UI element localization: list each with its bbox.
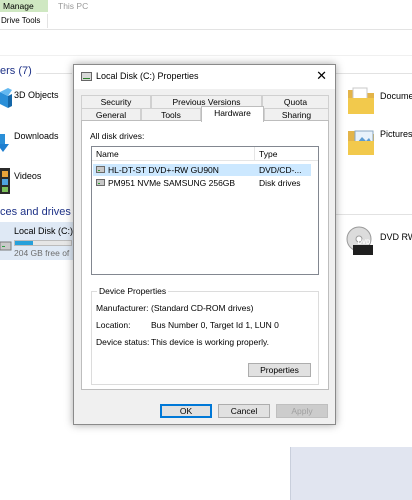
- details-pane: [290, 447, 412, 500]
- local-disk-free-space: 204 GB free of 2: [14, 248, 72, 258]
- device-properties-title: Device Properties: [97, 286, 169, 296]
- local-disk-usage-bar: [14, 240, 72, 246]
- drive-tools-tab[interactable]: Drive Tools: [0, 14, 48, 28]
- this-pc-tab[interactable]: This PC: [58, 0, 88, 12]
- folder-label: Downloads: [14, 131, 59, 141]
- device-status-label: Device status:: [96, 337, 150, 347]
- dialog-title: Local Disk (C:) Properties: [96, 71, 199, 81]
- list-item[interactable]: PM951 NVMe SAMSUNG 256GB Disk drives: [93, 177, 311, 189]
- explorer-ribbon: Manage This PC Drive Tools: [0, 0, 412, 30]
- explorer-toolbar-area: [0, 30, 412, 56]
- properties-dialog: Local Disk (C:) Properties ✕ Security Pr…: [73, 64, 336, 425]
- folder-label: 3D Objects: [14, 90, 59, 100]
- dvd-drive-icon: [96, 166, 105, 173]
- manufacturer-value: (Standard CD-ROM drives): [151, 303, 254, 313]
- tab-quota[interactable]: Quota: [262, 95, 329, 108]
- list-header: Name Type: [92, 147, 318, 161]
- folders-group-header[interactable]: ers (7): [0, 65, 32, 77]
- list-item[interactable]: HL-DT-ST DVD+-RW GU90N DVD/CD-...: [93, 164, 311, 176]
- device-properties-group: Device Properties Manufacturer: (Standar…: [91, 286, 319, 385]
- folder-label: Docume: [380, 91, 412, 101]
- documents-folder-icon: [348, 87, 374, 114]
- downloads-icon: [0, 134, 9, 152]
- devices-group-header[interactable]: ces and drives (: [0, 206, 78, 218]
- disk-drives-list[interactable]: Name Type HL-DT-ST DVD+-RW GU90N DVD/CD-…: [91, 146, 319, 275]
- location-label: Location:: [96, 320, 131, 330]
- column-header-name[interactable]: Name: [92, 147, 254, 161]
- manage-tab[interactable]: Manage: [0, 0, 48, 12]
- tab-security[interactable]: Security: [81, 95, 151, 108]
- all-disk-drives-label: All disk drives:: [90, 131, 145, 141]
- apply-button[interactable]: Apply: [276, 404, 328, 418]
- tab-hardware[interactable]: Hardware: [201, 106, 264, 122]
- 3d-objects-icon: [0, 88, 12, 108]
- pictures-folder-icon: [348, 130, 374, 155]
- folder-label: Videos: [14, 171, 42, 181]
- column-header-type[interactable]: Type: [254, 147, 320, 161]
- drive-title-icon: [81, 72, 92, 81]
- drive-type: DVD/CD-...: [259, 165, 302, 175]
- devices-group-divider-right: [336, 214, 412, 215]
- ok-button[interactable]: OK: [160, 404, 212, 418]
- cancel-button[interactable]: Cancel: [218, 404, 270, 418]
- dvd-badge: DVD: [357, 240, 371, 246]
- folders-group-divider-right: [336, 73, 412, 74]
- dialog-titlebar[interactable]: Local Disk (C:) Properties ✕: [74, 65, 335, 89]
- hard-drive-icon: [0, 241, 12, 251]
- device-status-value: This device is working properly.: [151, 337, 269, 347]
- drive-name: HL-DT-ST DVD+-RW GU90N: [108, 165, 219, 175]
- videos-icon: [0, 168, 10, 194]
- hardware-tab-panel: All disk drives: Name Type HL-DT-ST DVD+…: [81, 120, 329, 390]
- drive-type: Disk drives: [259, 178, 301, 188]
- device-properties-button[interactable]: Properties: [248, 363, 311, 377]
- folder-label: Pictures: [380, 129, 412, 139]
- close-icon[interactable]: ✕: [316, 68, 327, 84]
- location-value: Bus Number 0, Target Id 1, LUN 0: [151, 320, 279, 330]
- drive-name: PM951 NVMe SAMSUNG 256GB: [108, 178, 236, 188]
- dvd-label: DVD RW: [380, 232, 412, 242]
- folders-group-divider: [36, 73, 72, 74]
- local-disk-label: Local Disk (C:): [14, 226, 74, 236]
- hard-drive-icon: [96, 179, 105, 186]
- manufacturer-label: Manufacturer:: [96, 303, 149, 313]
